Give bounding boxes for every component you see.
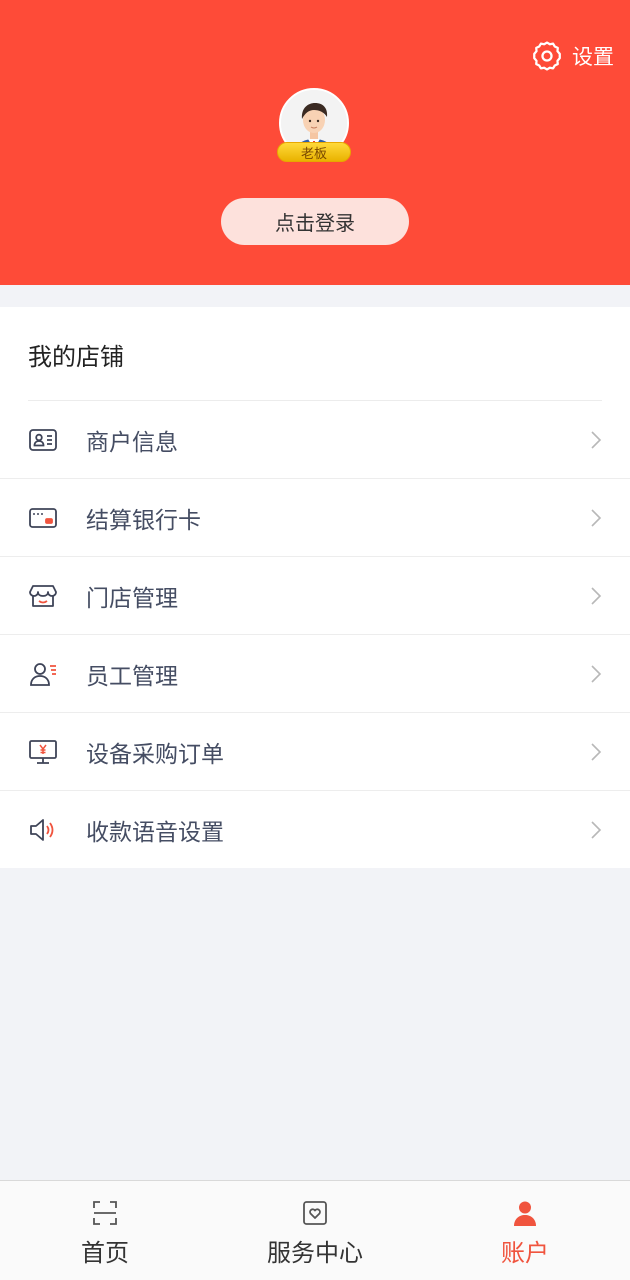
gear-icon bbox=[533, 41, 561, 71]
scan-icon bbox=[91, 1199, 119, 1227]
account-header: 设置 老板 点击登录 bbox=[0, 0, 630, 285]
chevron-right-icon bbox=[590, 586, 602, 606]
my-shop-panel: 我的店铺 商户信息 结算银行卡 门店管理 员工管理 设备采购订单 收款语音设置 bbox=[0, 307, 630, 868]
bottom-tab-bar: 首页 服务中心 账户 bbox=[0, 1180, 630, 1280]
menu-item-store-management[interactable]: 门店管理 bbox=[0, 557, 630, 635]
bank-card-icon bbox=[27, 502, 59, 534]
menu-item-label: 收款语音设置 bbox=[86, 820, 224, 846]
menu-item-staff-management[interactable]: 员工管理 bbox=[0, 635, 630, 713]
menu-item-label: 设备采购订单 bbox=[86, 741, 224, 768]
monitor-yen-icon bbox=[27, 736, 59, 768]
chevron-right-icon bbox=[590, 742, 602, 762]
id-card-icon bbox=[27, 424, 59, 456]
chevron-right-icon bbox=[590, 508, 602, 528]
tab-service-center[interactable]: 服务中心 bbox=[210, 1181, 420, 1280]
user-icon bbox=[511, 1199, 539, 1227]
menu-item-label: 员工管理 bbox=[86, 663, 178, 690]
tab-label: 服务中心 bbox=[267, 1239, 363, 1267]
boss-badge: 老板 bbox=[277, 142, 351, 162]
shop-menu-list: 商户信息 结算银行卡 门店管理 员工管理 设备采购订单 收款语音设置 bbox=[0, 401, 630, 869]
tab-label: 账户 bbox=[501, 1239, 549, 1267]
menu-item-label: 商户信息 bbox=[86, 429, 178, 456]
tab-home[interactable]: 首页 bbox=[0, 1181, 210, 1280]
speaker-icon bbox=[27, 814, 59, 846]
service-heart-icon bbox=[301, 1199, 329, 1227]
menu-item-merchant-info[interactable]: 商户信息 bbox=[0, 401, 630, 479]
settings-label: 设置 bbox=[572, 45, 614, 69]
section-title: 我的店铺 bbox=[28, 343, 124, 371]
chevron-right-icon bbox=[590, 664, 602, 684]
chevron-right-icon bbox=[590, 430, 602, 450]
tab-account[interactable]: 账户 bbox=[420, 1181, 630, 1280]
avatar[interactable]: 老板 bbox=[277, 88, 351, 162]
menu-item-device-orders[interactable]: 设备采购订单 bbox=[0, 713, 630, 791]
menu-item-voice-settings[interactable]: 收款语音设置 bbox=[0, 791, 630, 869]
menu-item-label: 结算银行卡 bbox=[86, 507, 201, 534]
chevron-right-icon bbox=[590, 820, 602, 840]
staff-icon bbox=[27, 658, 59, 690]
settings-button[interactable]: 设置 bbox=[530, 38, 614, 74]
tab-label: 首页 bbox=[81, 1239, 129, 1267]
menu-item-label: 门店管理 bbox=[86, 585, 178, 612]
menu-item-bank-card[interactable]: 结算银行卡 bbox=[0, 479, 630, 557]
store-icon bbox=[27, 580, 59, 612]
login-button[interactable]: 点击登录 bbox=[221, 198, 409, 245]
